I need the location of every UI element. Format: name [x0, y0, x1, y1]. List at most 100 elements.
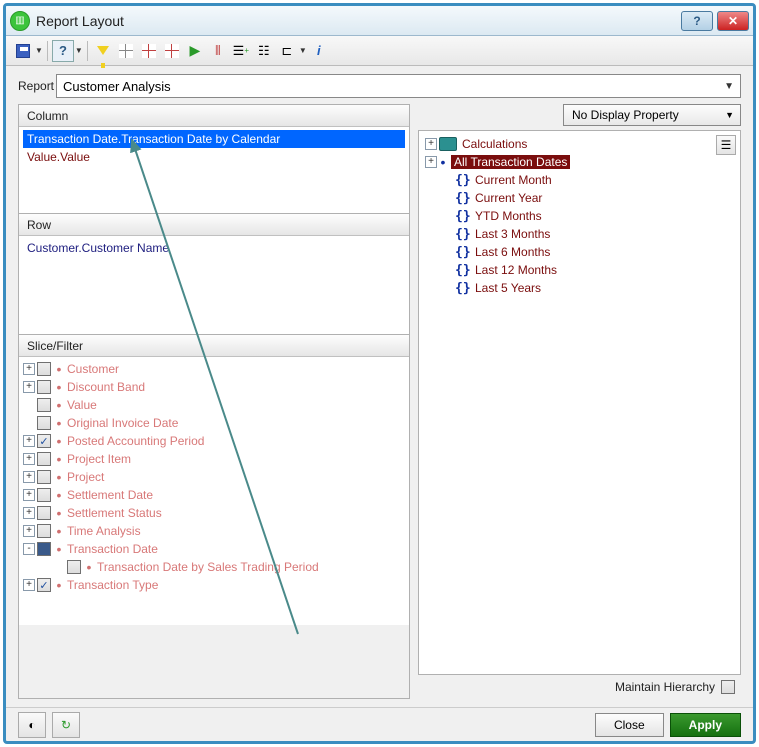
globe-button[interactable]: ◐ — [18, 712, 46, 738]
slice-checkbox[interactable] — [37, 524, 51, 538]
list-add-button[interactable]: ☰+ — [230, 40, 252, 62]
slice-checkbox[interactable] — [37, 380, 51, 394]
calculations-tree[interactable]: ☰ + Calculations + • All Transaction Dat… — [418, 130, 741, 675]
slice-item[interactable]: +•Settlement Date — [23, 486, 405, 504]
tree-child[interactable]: {} Last 12 Months — [425, 261, 734, 279]
slice-item[interactable]: +✓•Posted Accounting Period — [23, 432, 405, 450]
list2-button[interactable]: ☷ — [253, 40, 275, 62]
slice-label: Discount Band — [67, 380, 145, 394]
tree-child-label: Last 6 Months — [475, 245, 550, 259]
slice-checkbox[interactable]: ✓ — [37, 578, 51, 592]
expand-icon[interactable]: + — [23, 363, 35, 375]
expand-icon[interactable]: + — [23, 489, 35, 501]
tree-action-button[interactable]: ☰ — [716, 135, 736, 155]
tree-root[interactable]: Calculations — [462, 137, 527, 151]
info-button[interactable]: i — [308, 40, 330, 62]
tree-child[interactable]: {} Last 6 Months — [425, 243, 734, 261]
expand-icon[interactable]: + — [23, 381, 35, 393]
expand-icon[interactable]: + — [425, 138, 437, 150]
expand-icon[interactable]: - — [23, 543, 35, 555]
slice-item[interactable]: •Transaction Date by Sales Trading Perio… — [23, 558, 405, 576]
slice-item[interactable]: +•Customer — [23, 360, 405, 378]
slice-label: Settlement Status — [67, 506, 162, 520]
slice-checkbox[interactable] — [37, 416, 51, 430]
slice-item[interactable]: +✓•Transaction Type — [23, 576, 405, 594]
row-panel-header: Row — [19, 214, 409, 236]
tree-child-label: Last 3 Months — [475, 227, 550, 241]
help-dropdown-icon[interactable]: ▼ — [75, 46, 83, 55]
chart-button[interactable]: ⫴ — [207, 40, 229, 62]
maintain-hierarchy-checkbox[interactable] — [721, 680, 735, 694]
titlebar: ▥ Report Layout ? ✕ — [6, 6, 753, 36]
slice-label: Transaction Date by Sales Trading Period — [97, 560, 319, 574]
filter-button[interactable] — [92, 40, 114, 62]
slice-checkbox[interactable] — [37, 362, 51, 376]
slice-label: Value — [67, 398, 97, 412]
tree-child-label: Last 12 Months — [475, 263, 557, 277]
layout3-button[interactable] — [161, 40, 183, 62]
help-button[interactable]: ? — [681, 11, 713, 31]
hierarchy-button[interactable]: ⊏ — [276, 40, 298, 62]
tree-child[interactable]: {}Last 5 Years — [425, 279, 734, 297]
row-panel-body[interactable]: Customer.Customer Name — [19, 236, 409, 334]
brace-icon: {} — [455, 245, 471, 260]
expand-icon[interactable]: + — [23, 525, 35, 537]
slice-item[interactable]: -•Transaction Date — [23, 540, 405, 558]
play-button[interactable]: ▶ — [184, 40, 206, 62]
close-button[interactable]: Close — [595, 713, 664, 737]
brace-icon: {} — [455, 263, 471, 278]
help-dropdown-button[interactable]: ? — [52, 40, 74, 62]
report-dropdown[interactable]: Customer Analysis — [56, 74, 741, 98]
save-button[interactable] — [12, 40, 34, 62]
expand-icon[interactable]: + — [23, 435, 35, 447]
row-field[interactable]: Customer.Customer Name — [23, 239, 405, 257]
apply-button[interactable]: Apply — [670, 713, 741, 737]
calculator-icon — [439, 137, 457, 151]
layout2-button[interactable] — [138, 40, 160, 62]
slice-checkbox[interactable] — [37, 542, 51, 556]
expand-icon[interactable]: + — [23, 471, 35, 483]
hierarchy-dropdown-icon[interactable]: ▼ — [299, 46, 307, 55]
brace-icon: {} — [455, 173, 471, 188]
window-close-button[interactable]: ✕ — [717, 11, 749, 31]
brace-icon: {} — [455, 191, 471, 206]
tree-child[interactable]: {}Current Year — [425, 189, 734, 207]
display-property-dropdown[interactable]: No Display Property — [563, 104, 741, 126]
slice-checkbox[interactable] — [37, 488, 51, 502]
slice-label: Settlement Date — [67, 488, 153, 502]
expand-icon[interactable]: + — [23, 579, 35, 591]
slice-item[interactable]: +•Project — [23, 468, 405, 486]
tree-child[interactable]: {}Last 3 Months — [425, 225, 734, 243]
tree-root-selected[interactable]: All Transaction Dates — [451, 155, 570, 169]
slice-item[interactable]: •Value — [23, 396, 405, 414]
slice-panel-body[interactable]: +•Customer+•Discount Band•Value•Original… — [19, 357, 409, 625]
tree-child[interactable]: {}YTD Months — [425, 207, 734, 225]
report-label: Report — [18, 79, 54, 93]
column-field[interactable]: Transaction Date.Transaction Date by Cal… — [23, 130, 405, 148]
expand-icon[interactable]: + — [23, 507, 35, 519]
tree-child-label: Current Month — [475, 173, 552, 187]
slice-label: Posted Accounting Period — [67, 434, 204, 448]
layout1-button[interactable] — [115, 40, 137, 62]
expand-icon[interactable]: + — [425, 156, 437, 168]
column-field[interactable]: Value.Value — [23, 148, 405, 166]
slice-checkbox[interactable] — [37, 398, 51, 412]
slice-item[interactable]: +•Discount Band — [23, 378, 405, 396]
slice-checkbox[interactable] — [37, 470, 51, 484]
column-panel-body[interactable]: Transaction Date.Transaction Date by Cal… — [19, 127, 409, 213]
slice-checkbox[interactable]: ✓ — [37, 434, 51, 448]
tree-child[interactable]: {} Current Month — [425, 171, 734, 189]
slice-item[interactable]: •Original Invoice Date — [23, 414, 405, 432]
slice-checkbox[interactable] — [67, 560, 81, 574]
slice-item[interactable]: +•Time Analysis — [23, 522, 405, 540]
slice-label: Project — [67, 470, 104, 484]
slice-item[interactable]: +•Settlement Status — [23, 504, 405, 522]
save-dropdown-icon[interactable]: ▼ — [35, 46, 43, 55]
slice-item[interactable]: +•Project Item — [23, 450, 405, 468]
expand-icon[interactable]: + — [23, 453, 35, 465]
slice-checkbox[interactable] — [37, 506, 51, 520]
refresh-button[interactable]: ↻ — [52, 712, 80, 738]
slice-checkbox[interactable] — [37, 452, 51, 466]
slice-label: Customer — [67, 362, 119, 376]
slice-label: Project Item — [67, 452, 131, 466]
